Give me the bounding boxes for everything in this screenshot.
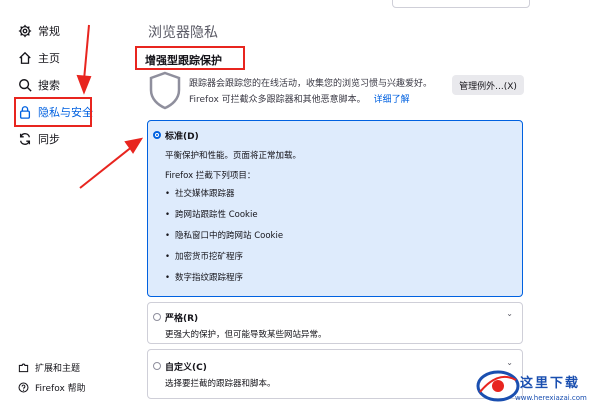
chevron-down-icon[interactable]: ⌄	[506, 309, 513, 318]
etp-description-text: Firefox 可拦截众多跟踪器和其他恶意脚本。	[189, 95, 366, 105]
list-item: 跨网站跟踪性 Cookie	[165, 208, 258, 220]
section-title: 增强型跟踪保护	[145, 54, 222, 67]
custom-option-card[interactable]: 自定义(C) ⌄ 选择要拦截的跟踪器和脚本。	[147, 349, 523, 399]
custom-description: 选择要拦截的跟踪器和脚本。	[165, 379, 276, 389]
shield-icon	[149, 71, 181, 110]
standard-label: 标准(D)	[165, 132, 199, 142]
learn-more-link[interactable]: 详细了解	[374, 95, 410, 105]
strict-label: 严格(R)	[165, 314, 199, 324]
custom-radio[interactable]	[153, 362, 161, 370]
list-item: 隐私窗口中的跨网站 Cookie	[165, 229, 283, 241]
watermark-url: www.herexiazai.com	[515, 394, 587, 402]
arrow-to-privacy	[76, 24, 92, 95]
strict-radio[interactable]	[153, 313, 161, 321]
etp-description-line2: Firefox 可拦截众多跟踪器和其他恶意脚本。 详细了解	[189, 92, 410, 105]
standard-description: 平衡保护和性能。页面将正常加载。	[165, 151, 302, 161]
blocks-intro: Firefox 拦截下列项目：	[165, 171, 256, 181]
manage-exceptions-button[interactable]: 管理例外...(X)	[452, 75, 524, 95]
etp-description-line1: 跟踪器会跟踪您的在线活动，收集您的浏览习惯与兴趣爱好。	[189, 79, 433, 89]
standard-radio[interactable]	[153, 131, 161, 139]
strict-option-card[interactable]: 严格(R) ⌄ 更强大的保护，但可能导致某些网站异常。	[147, 302, 523, 344]
custom-label: 自定义(C)	[165, 363, 207, 373]
list-item: 加密货币挖矿程序	[165, 250, 243, 262]
list-item: 数字指纹跟踪程序	[165, 271, 243, 283]
page-title: 浏览器隐私	[148, 25, 218, 41]
strict-description: 更强大的保护，但可能导致某些网站异常。	[165, 330, 327, 340]
list-item: 社交媒体跟踪器	[165, 187, 235, 199]
arrow-to-standard	[79, 137, 144, 189]
watermark-text: 这里下载	[520, 376, 581, 391]
standard-option-card[interactable]: 标准(D) 平衡保护和性能。页面将正常加载。 Firefox 拦截下列项目： 社…	[147, 120, 523, 297]
settings-search-input[interactable]	[392, 0, 530, 8]
